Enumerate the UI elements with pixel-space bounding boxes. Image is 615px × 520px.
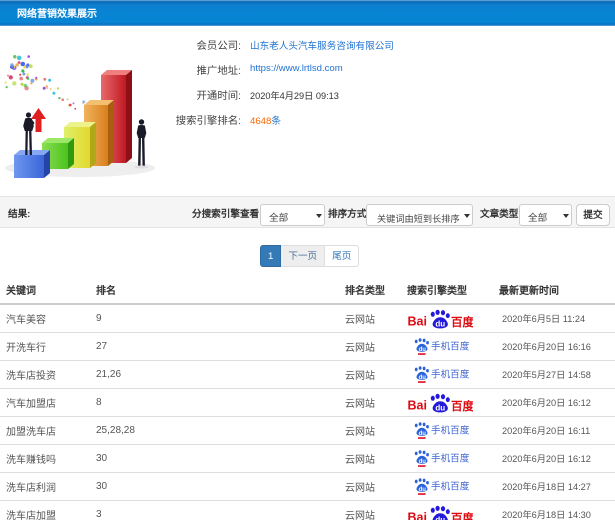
svg-text:du: du bbox=[435, 515, 445, 520]
svg-text:手机百度: 手机百度 bbox=[431, 423, 470, 437]
svg-text:du: du bbox=[435, 403, 445, 412]
svg-text:手机百度: 手机百度 bbox=[431, 451, 470, 465]
svg-text:du: du bbox=[419, 459, 427, 465]
svg-text:手机百度: 手机百度 bbox=[431, 339, 470, 353]
svg-text:百度: 百度 bbox=[451, 314, 473, 329]
svg-text:du: du bbox=[419, 375, 427, 381]
svg-text:du: du bbox=[419, 431, 427, 437]
svg-text:du: du bbox=[419, 487, 427, 493]
svg-text:du: du bbox=[435, 320, 445, 329]
svg-text:百度: 百度 bbox=[451, 398, 473, 413]
svg-text:du: du bbox=[419, 347, 427, 353]
svg-text:百度: 百度 bbox=[451, 510, 473, 520]
svg-text:Bai: Bai bbox=[408, 315, 427, 329]
svg-text:Bai: Bai bbox=[408, 399, 427, 413]
svg-text:手机百度: 手机百度 bbox=[431, 479, 470, 493]
svg-text:Bai: Bai bbox=[408, 511, 427, 520]
svg-text:手机百度: 手机百度 bbox=[431, 367, 470, 381]
